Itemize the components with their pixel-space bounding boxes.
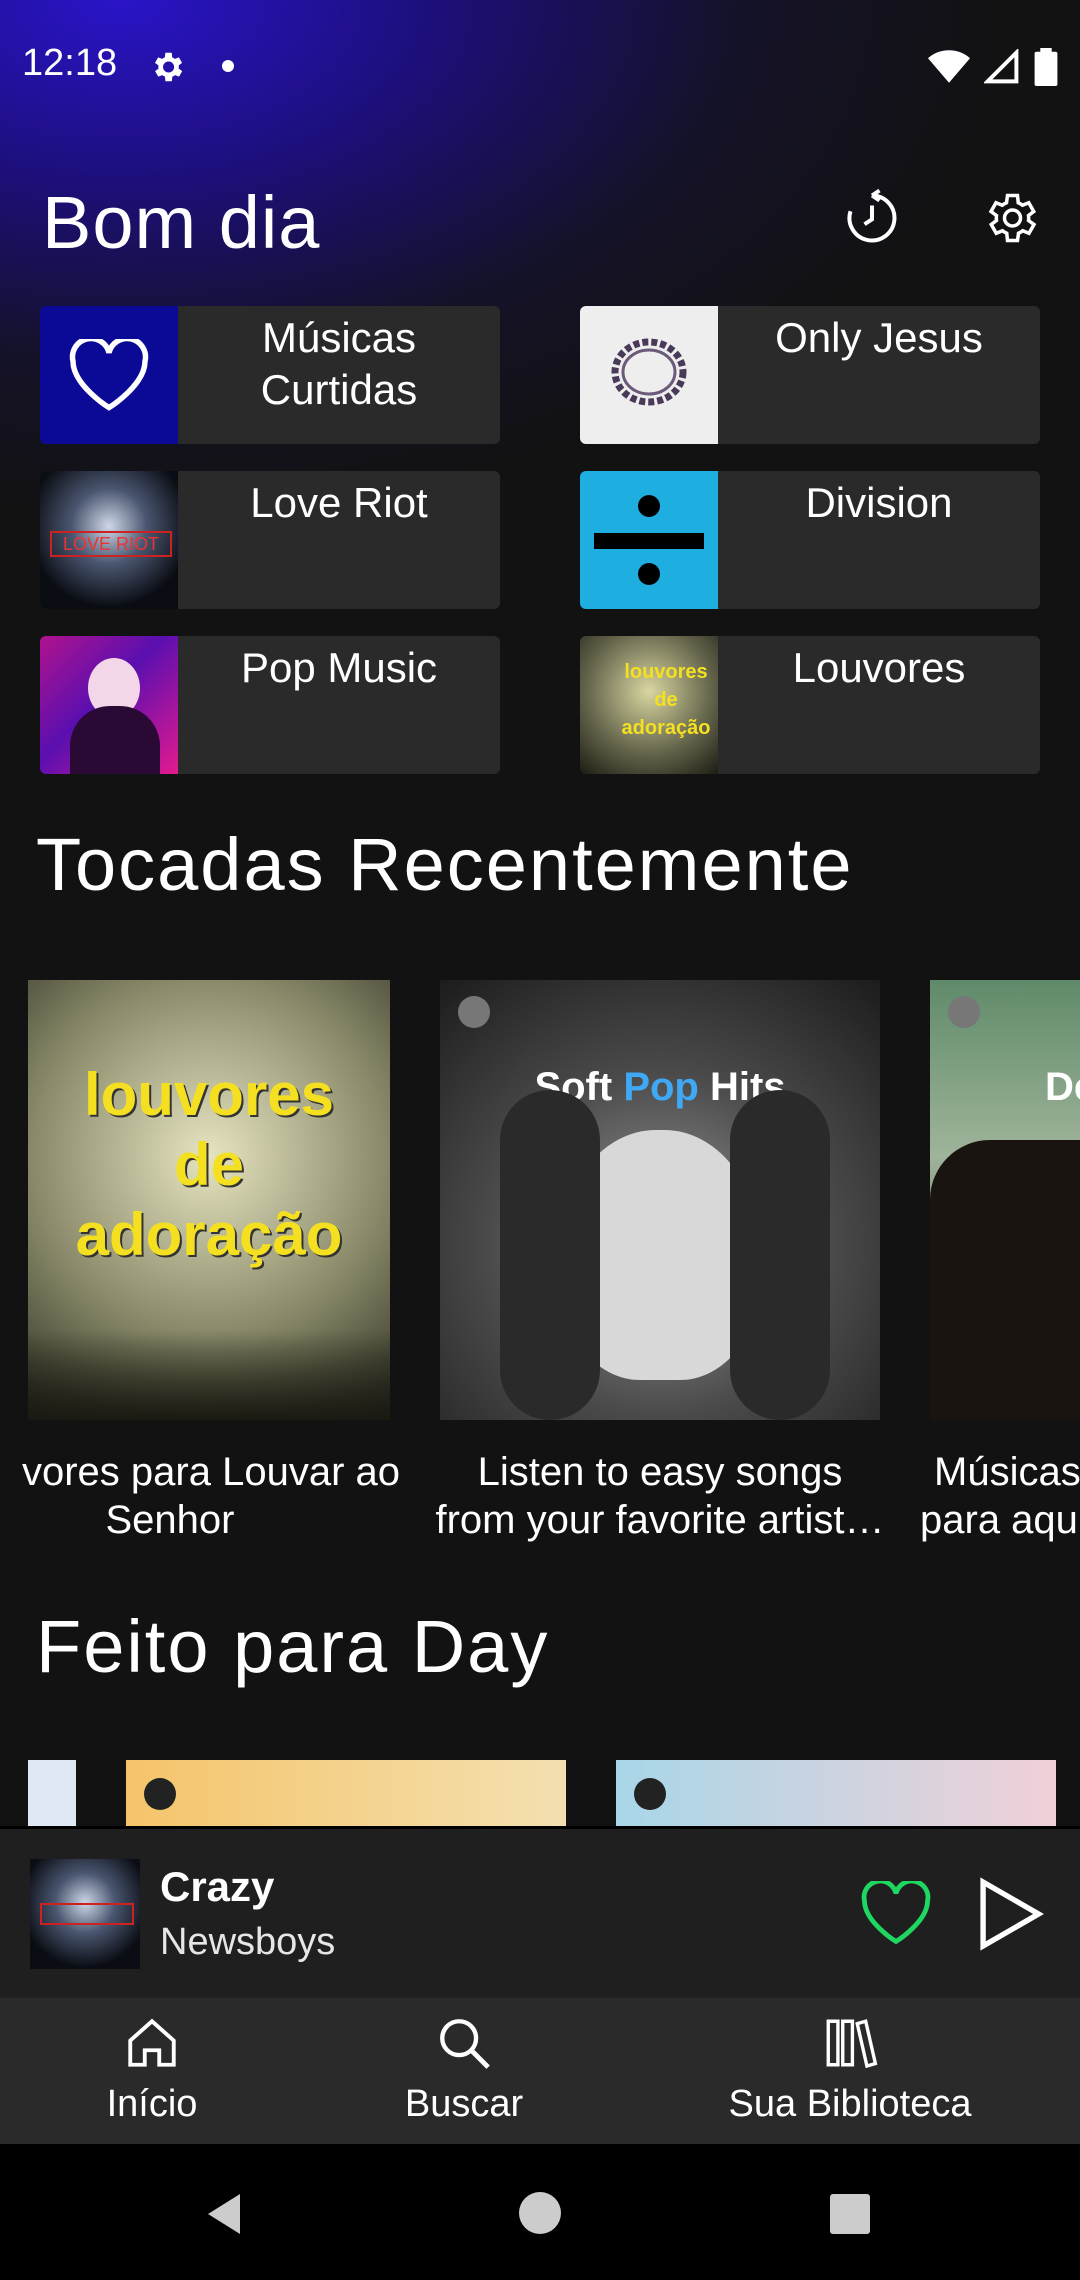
art-text: de [173,1131,245,1198]
recent-card-louvores[interactable]: louvores de adoração [28,980,390,1420]
crown-of-thorns-art [580,306,718,444]
greeting-title: Bom dia [42,181,321,264]
recent-caption-soft-pop: Listen to easy songs from your favorite … [418,1448,902,1544]
nav-home-label: Início [106,2083,198,2125]
search-icon [440,2019,490,2069]
system-navigation-bar [0,2144,1080,2280]
caption-line: Músicas [934,1450,1080,1494]
quick-card-label: Louvores [792,644,966,691]
nav-home[interactable]: Início [90,2014,214,2126]
art-text: adoração [75,1201,343,1268]
like-heart-icon[interactable] [860,1881,932,1945]
spotify-logo-icon [458,996,490,1028]
quick-card-label: Division [805,479,953,526]
spotify-logo-icon [948,996,980,1028]
quick-card-label: Pop Music [240,644,438,691]
quick-card-label: Love Riot [250,479,428,526]
made-for-title: Feito para Day [36,1605,550,1688]
recent-card-third[interactable]: De [930,980,1080,1420]
settings-icon[interactable] [980,188,1040,248]
library-icon [826,2019,878,2069]
made-card-peek[interactable] [28,1760,76,1830]
made-card-1[interactable] [126,1760,566,1830]
quick-card-only-jesus[interactable]: Only Jesus [580,306,1040,444]
back-icon[interactable] [204,2192,244,2236]
made-card-2[interactable] [616,1760,1056,1830]
caption-line: from your favorite artist… [435,1498,885,1542]
quick-card-label: Músicas Curtidas [260,314,418,413]
nav-search-label: Buscar [404,2083,524,2125]
caption-line: Listen to easy songs [477,1450,843,1494]
louvores-art: louvores de adoração [580,636,718,774]
art-text: louvores [83,1061,335,1128]
quick-card-pop-music[interactable]: Pop Music [40,636,500,774]
quick-card-division[interactable]: Division [580,471,1040,609]
art-text: De [1045,1065,1080,1109]
bottom-navigation: Início Buscar Sua Biblioteca [0,1998,1080,2144]
nav-search[interactable]: Buscar [394,2014,534,2126]
cell-signal-icon [984,49,1019,84]
nav-library-label: Sua Biblioteca [728,2083,972,2125]
spotify-logo-icon [144,1778,176,1810]
heart-icon [69,339,149,411]
caption-line: Senhor [105,1498,235,1542]
recent-caption-louvores: vores para Louvar ao Senhor [0,1448,400,1544]
notification-dot-icon [222,60,234,72]
recents-square-icon[interactable] [830,2194,870,2234]
now-playing-artist: Newsboys [160,1921,336,1963]
nav-library[interactable]: Sua Biblioteca [720,2014,980,2126]
love-riot-art: LOVE RIOT [40,471,178,609]
now-playing-title: Crazy [160,1863,275,1910]
history-icon[interactable] [842,188,902,248]
wifi-icon [928,50,970,83]
caption-line: vores para Louvar ao [21,1450,400,1494]
mini-player[interactable]: Crazy Newsboys [0,1826,1080,2002]
pop-music-art [40,636,178,774]
recent-card-soft-pop-hits[interactable]: Soft Pop Hits [440,980,880,1420]
quick-card-liked-songs[interactable]: Músicas Curtidas [40,306,500,444]
divide-art [580,471,718,609]
liked-songs-art [40,306,178,444]
recently-played-title: Tocadas Recentemente [36,823,854,906]
quick-card-love-riot[interactable]: LOVE RIOT Love Riot [40,471,500,609]
status-bar: 12:18 [0,0,1080,135]
spotify-logo-icon [634,1778,666,1810]
quick-card-label: Only Jesus [775,314,983,361]
recent-caption-third: Músicas para aqu [918,1448,1080,1544]
home-icon [128,2018,176,2067]
status-time: 12:18 [22,42,118,84]
quick-card-louvores[interactable]: louvores de adoração Louvores [580,636,1040,774]
art-text: Pop [623,1065,699,1109]
now-playing-art [30,1859,140,1969]
caption-line: para aqu [920,1498,1078,1542]
battery-icon [1034,48,1058,86]
home-circle-icon[interactable] [519,2192,561,2234]
play-icon[interactable] [975,1877,1045,1951]
settings-notification-icon [154,52,183,82]
